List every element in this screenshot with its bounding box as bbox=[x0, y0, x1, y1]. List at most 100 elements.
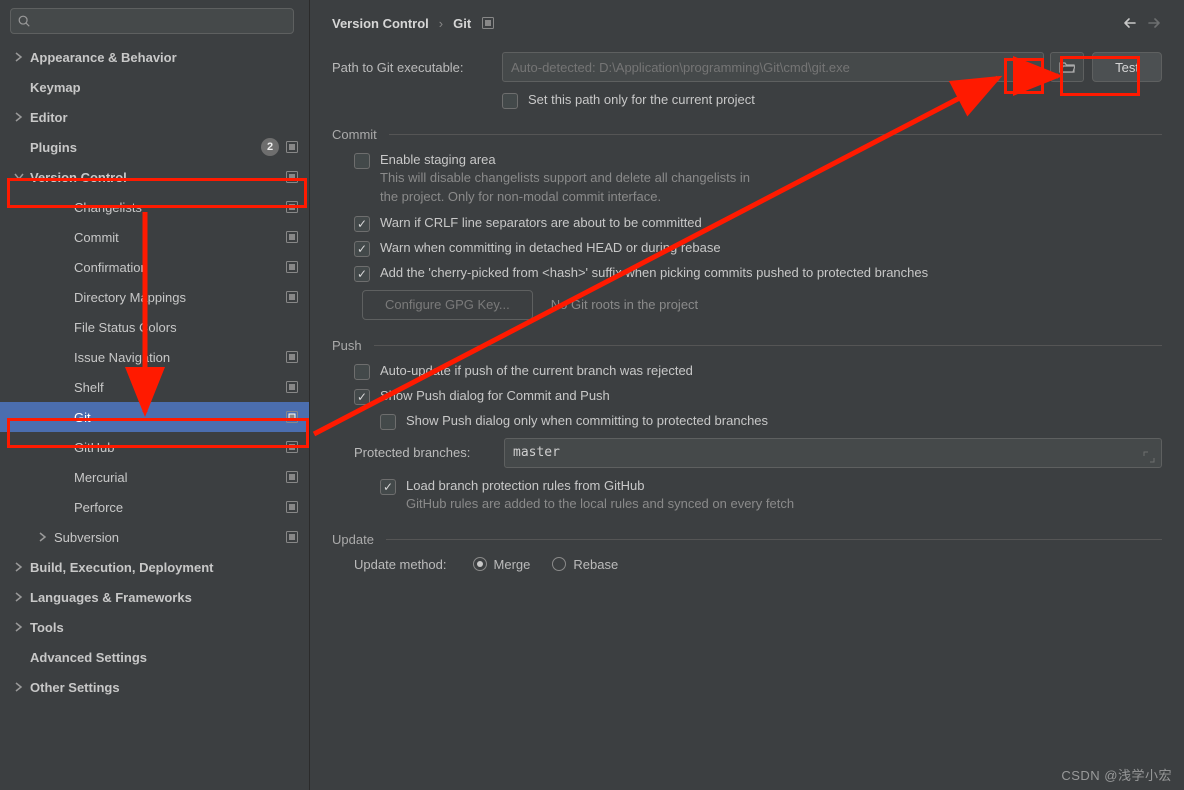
warn-detached-row[interactable]: Warn when committing in detached HEAD or… bbox=[332, 240, 1162, 257]
auto-update-label: Auto-update if push of the current branc… bbox=[380, 363, 693, 378]
checkbox-icon[interactable] bbox=[502, 93, 518, 109]
sidebar-item-file-status-colors[interactable]: File Status Colors bbox=[0, 312, 309, 342]
load-rules-row[interactable]: Load branch protection rules from GitHub… bbox=[332, 478, 1162, 514]
sidebar-item-plugins[interactable]: Plugins2 bbox=[0, 132, 309, 162]
git-path-input[interactable] bbox=[511, 60, 1035, 75]
cherry-pick-label: Add the 'cherry-picked from <hash>' suff… bbox=[380, 265, 928, 280]
checkbox-icon[interactable] bbox=[354, 153, 370, 169]
sidebar-item-label: Confirmation bbox=[74, 260, 285, 275]
chevron-right-icon: › bbox=[439, 16, 443, 31]
show-push-protected-row[interactable]: Show Push dialog only when committing to… bbox=[332, 413, 1162, 430]
chevron-right-icon bbox=[12, 682, 26, 692]
warn-crlf-row[interactable]: Warn if CRLF line separators are about t… bbox=[332, 215, 1162, 232]
settings-sidebar: Appearance & BehaviorKeymapEditorPlugins… bbox=[0, 0, 310, 790]
sidebar-item-label: Advanced Settings bbox=[30, 650, 299, 665]
search-box[interactable] bbox=[10, 8, 294, 34]
chevron-right-icon bbox=[36, 532, 50, 542]
no-git-roots-label: No Git roots in the project bbox=[551, 297, 698, 312]
settings-content: Version Control › Git Path to Git execut… bbox=[310, 0, 1184, 790]
sidebar-item-version-control[interactable]: Version Control bbox=[0, 162, 309, 192]
sidebar-item-git[interactable]: Git bbox=[0, 402, 309, 432]
sidebar-item-changelists[interactable]: Changelists bbox=[0, 192, 309, 222]
push-section: Push Auto-update if push of the current … bbox=[332, 338, 1162, 514]
project-scope-icon bbox=[285, 140, 299, 154]
checkbox-checked-icon[interactable] bbox=[380, 479, 396, 495]
badge-count: 2 bbox=[261, 138, 279, 156]
sidebar-item-label: Changelists bbox=[74, 200, 285, 215]
commit-section: Commit Enable staging area This will dis… bbox=[332, 127, 1162, 320]
load-rules-hint: GitHub rules are added to the local rule… bbox=[406, 495, 794, 514]
sidebar-item-appearance-behavior[interactable]: Appearance & Behavior bbox=[0, 42, 309, 72]
sidebar-item-shelf[interactable]: Shelf bbox=[0, 372, 309, 402]
git-path-field[interactable] bbox=[502, 52, 1044, 82]
project-scope-icon bbox=[285, 500, 299, 514]
settings-body: Path to Git executable: Test Set this pa… bbox=[310, 46, 1184, 790]
sidebar-item-label: Subversion bbox=[54, 530, 285, 545]
checkbox-checked-icon[interactable] bbox=[354, 216, 370, 232]
radio-selected-icon bbox=[473, 557, 487, 571]
enable-staging-row[interactable]: Enable staging area This will disable ch… bbox=[332, 152, 1162, 207]
chevron-right-icon bbox=[12, 622, 26, 632]
sidebar-item-languages-frameworks[interactable]: Languages & Frameworks bbox=[0, 582, 309, 612]
breadcrumb-b: Git bbox=[453, 16, 471, 31]
sidebar-item-commit[interactable]: Commit bbox=[0, 222, 309, 252]
sidebar-item-label: Other Settings bbox=[30, 680, 299, 695]
sidebar-item-confirmation[interactable]: Confirmation bbox=[0, 252, 309, 282]
checkbox-checked-icon[interactable] bbox=[354, 266, 370, 282]
sidebar-item-other-settings[interactable]: Other Settings bbox=[0, 672, 309, 702]
set-path-only-row[interactable]: Set this path only for the current proje… bbox=[332, 92, 1162, 109]
expand-icon[interactable] bbox=[1143, 451, 1155, 463]
sidebar-item-label: Mercurial bbox=[74, 470, 285, 485]
sidebar-item-issue-navigation[interactable]: Issue Navigation bbox=[0, 342, 309, 372]
radio-merge[interactable]: Merge bbox=[473, 557, 531, 572]
sidebar-item-label: Appearance & Behavior bbox=[30, 50, 299, 65]
nav-forward-button bbox=[1142, 11, 1166, 35]
sidebar-item-directory-mappings[interactable]: Directory Mappings bbox=[0, 282, 309, 312]
sidebar-item-editor[interactable]: Editor bbox=[0, 102, 309, 132]
project-scope-icon bbox=[285, 410, 299, 424]
checkbox-icon[interactable] bbox=[380, 414, 396, 430]
chevron-right-icon bbox=[12, 52, 26, 62]
show-push-dialog-row[interactable]: Show Push dialog for Commit and Push bbox=[332, 388, 1162, 405]
sidebar-item-label: Directory Mappings bbox=[74, 290, 285, 305]
test-button[interactable]: Test bbox=[1092, 52, 1162, 82]
radio-rebase[interactable]: Rebase bbox=[552, 557, 618, 572]
sidebar-item-build-execution-deployment[interactable]: Build, Execution, Deployment bbox=[0, 552, 309, 582]
search-icon bbox=[17, 14, 31, 28]
checkbox-checked-icon[interactable] bbox=[354, 389, 370, 405]
gpg-row: Configure GPG Key... No Git roots in the… bbox=[332, 290, 1162, 320]
chevron-right-icon bbox=[12, 592, 26, 602]
sidebar-item-mercurial[interactable]: Mercurial bbox=[0, 462, 309, 492]
sidebar-item-perforce[interactable]: Perforce bbox=[0, 492, 309, 522]
sidebar-item-label: Languages & Frameworks bbox=[30, 590, 299, 605]
protected-branches-field[interactable] bbox=[504, 438, 1162, 468]
sidebar-item-github[interactable]: GitHub bbox=[0, 432, 309, 462]
radio-icon bbox=[552, 557, 566, 571]
cherry-pick-row[interactable]: Add the 'cherry-picked from <hash>' suff… bbox=[332, 265, 1162, 282]
nav-back-button[interactable] bbox=[1118, 11, 1142, 35]
sidebar-item-label: Plugins bbox=[30, 140, 261, 155]
project-scope-icon bbox=[285, 440, 299, 454]
project-scope-icon bbox=[285, 290, 299, 304]
protected-branches-input[interactable] bbox=[513, 445, 1153, 460]
sidebar-item-label: Version Control bbox=[30, 170, 285, 185]
sidebar-item-label: Keymap bbox=[30, 80, 299, 95]
push-section-title: Push bbox=[332, 338, 1162, 353]
sidebar-item-label: Commit bbox=[74, 230, 285, 245]
sidebar-item-keymap[interactable]: Keymap bbox=[0, 72, 309, 102]
chevron-right-icon bbox=[12, 562, 26, 572]
checkbox-icon[interactable] bbox=[354, 364, 370, 380]
breadcrumb-a: Version Control bbox=[332, 16, 429, 31]
chevron-right-icon bbox=[12, 112, 26, 122]
sidebar-item-advanced-settings[interactable]: Advanced Settings bbox=[0, 642, 309, 672]
auto-update-row[interactable]: Auto-update if push of the current branc… bbox=[332, 363, 1162, 380]
sidebar-item-label: GitHub bbox=[74, 440, 285, 455]
sidebar-item-tools[interactable]: Tools bbox=[0, 612, 309, 642]
show-push-dialog-label: Show Push dialog for Commit and Push bbox=[380, 388, 610, 403]
sidebar-item-subversion[interactable]: Subversion bbox=[0, 522, 309, 552]
search-input[interactable] bbox=[31, 14, 287, 29]
project-scope-icon bbox=[285, 200, 299, 214]
browse-button[interactable] bbox=[1050, 52, 1084, 82]
checkbox-checked-icon[interactable] bbox=[354, 241, 370, 257]
search-row bbox=[0, 0, 309, 40]
